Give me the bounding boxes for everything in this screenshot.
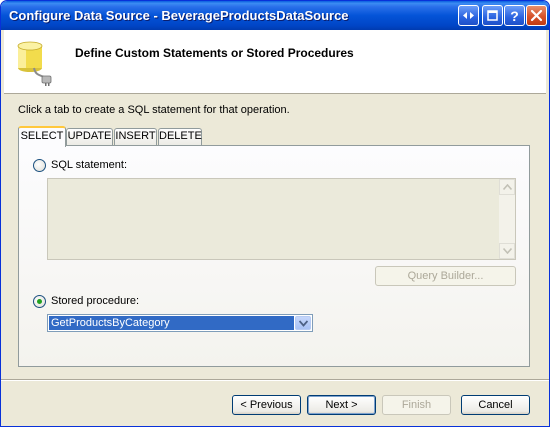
query-builder-button[interactable]: Query Builder... [375, 266, 516, 286]
instruction-text: Click a tab to create a SQL statement fo… [18, 104, 290, 116]
sql-statement-textarea[interactable] [47, 178, 516, 260]
svg-text:?: ? [510, 8, 519, 24]
sql-scrollbar[interactable] [499, 179, 515, 259]
context-help-arrows-icon[interactable] [458, 5, 479, 26]
stored-procedure-radio[interactable] [33, 295, 46, 308]
tab-insert[interactable]: INSERT [114, 128, 157, 145]
database-plug-icon [17, 41, 52, 86]
sql-statement-radio[interactable] [33, 159, 46, 172]
tab-select[interactable]: SELECT [18, 126, 66, 147]
previous-button[interactable]: < Previous [232, 395, 301, 415]
chevron-down-icon[interactable] [295, 316, 311, 330]
maximize-icon[interactable] [482, 5, 503, 26]
tab-delete[interactable]: DELETE [158, 128, 202, 145]
scroll-up-icon[interactable] [499, 179, 515, 195]
scroll-down-icon[interactable] [499, 243, 515, 259]
close-icon[interactable] [526, 5, 547, 26]
stored-procedure-selected-value: GetProductsByCategory [49, 316, 294, 330]
wizard-step-title: Define Custom Statements or Stored Proce… [75, 46, 354, 60]
window-title: Configure Data Source - BeverageProducts… [9, 8, 349, 23]
dialog-window: Configure Data Source - BeverageProducts… [0, 0, 550, 427]
button-separator [1, 379, 549, 381]
finish-button: Finish [382, 395, 451, 415]
help-icon[interactable]: ? [504, 5, 525, 26]
title-bar[interactable]: Configure Data Source - BeverageProducts… [1, 1, 549, 30]
stored-procedure-dropdown[interactable]: GetProductsByCategory [47, 314, 313, 332]
sql-statement-label: SQL statement: [51, 159, 128, 171]
wizard-header: Define Custom Statements or Stored Proce… [4, 30, 546, 94]
next-button[interactable]: Next > [307, 395, 376, 415]
cancel-button[interactable]: Cancel [461, 395, 530, 415]
tab-update[interactable]: UPDATE [66, 128, 113, 145]
stored-procedure-label: Stored procedure: [51, 295, 140, 307]
